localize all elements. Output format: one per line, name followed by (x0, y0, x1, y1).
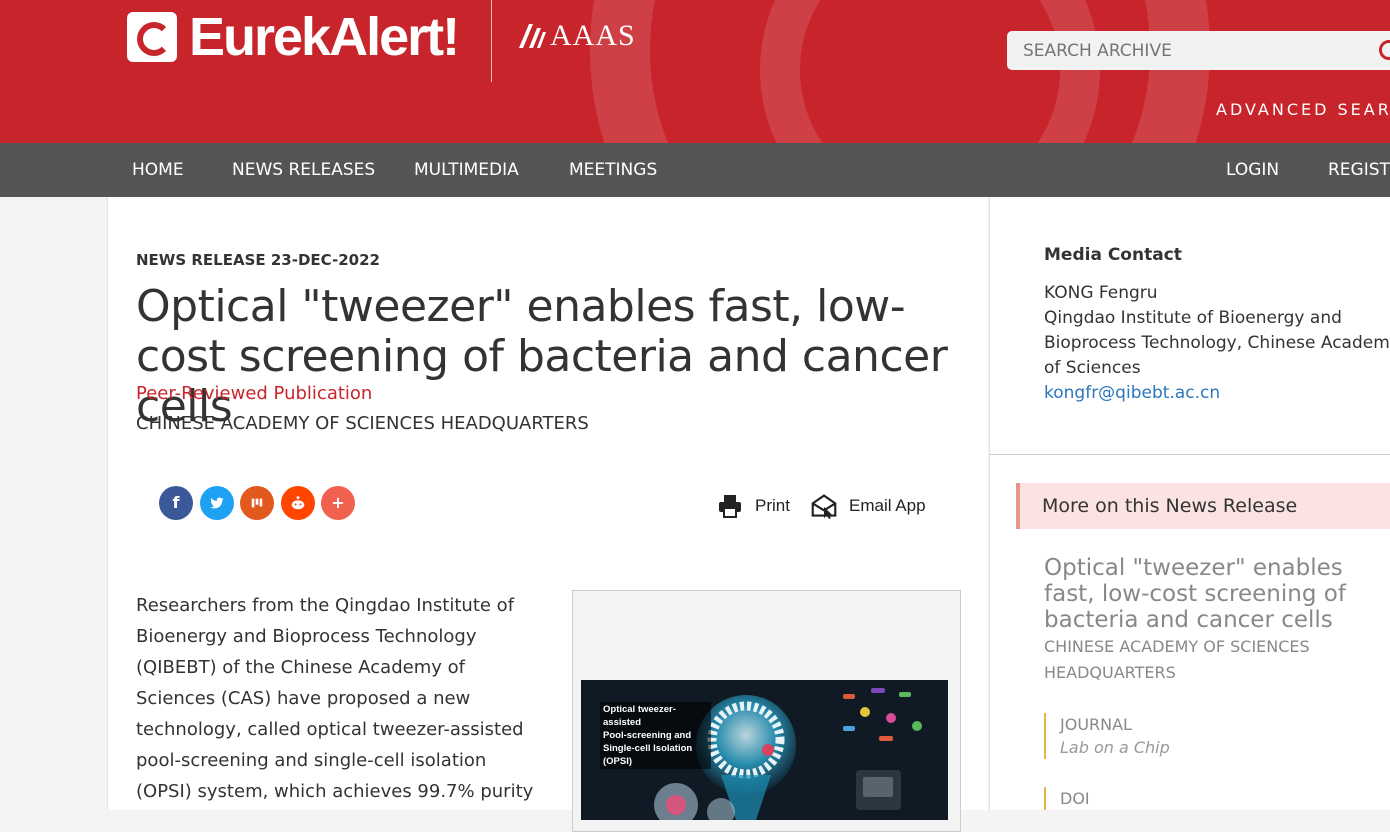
journal-meta: JOURNAL Lab on a Chip (1044, 713, 1170, 759)
nav-news-releases[interactable]: NEWS RELEASES (232, 143, 375, 197)
aaas-logo[interactable]: AAAS (517, 19, 636, 53)
doi-label: DOI (1060, 789, 1090, 808)
caption-line: Optical tweezer-assisted (603, 704, 676, 728)
sidebar-divider (990, 454, 1390, 455)
body-line: Bioenergy and Bioprocess Technology (136, 626, 477, 647)
mix-icon[interactable] (240, 486, 274, 520)
doi-meta: DOI (1044, 787, 1090, 810)
article-body: Researchers from the Qingdao Institute o… (136, 590, 536, 807)
page-title: Optical "tweezer" enables fast, low-cost… (136, 281, 948, 432)
nav-meetings[interactable]: MEETINGS (569, 143, 657, 197)
source-organization[interactable]: CHINESE ACADEMY OF SCIENCES HEADQUARTERS (136, 413, 589, 434)
nav-home[interactable]: HOME (132, 143, 184, 197)
figure-image[interactable]: Optical tweezer-assisted Pool-screening … (581, 680, 948, 820)
contact-org-line: of Sciences (1044, 358, 1141, 378)
print-icon (719, 495, 741, 518)
main-nav: HOME NEWS RELEASES MULTIMEDIA MEETINGS L… (0, 143, 1390, 197)
figure-caption: Optical tweezer-assisted Pool-screening … (600, 702, 711, 769)
related-release-title[interactable]: Optical "tweezer" enables fast, low-cost… (1044, 555, 1384, 633)
header-swirl-decoration (760, 0, 1100, 143)
body-line: (OPSI) system, which achieves 99.7% puri… (136, 781, 534, 802)
nav-multimedia[interactable]: MULTIMEDIA (414, 143, 519, 197)
body-line: Sciences (CAS) have proposed a new (136, 688, 471, 709)
body-line: (QIBEBT) of the Chinese Academy of (136, 657, 465, 678)
search-icon[interactable] (1379, 40, 1390, 60)
caption-line: Single-cell Isolation (603, 743, 693, 754)
more-share-icon[interactable]: + (321, 486, 355, 520)
contact-email-link[interactable]: kongfr@qibebt.ac.cn (1044, 383, 1220, 403)
more-on-release-heading: More on this News Release (1042, 495, 1298, 517)
aaas-text: AAAS (550, 19, 636, 52)
peer-reviewed-label: Peer-Reviewed Publication (136, 383, 373, 404)
body-line: technology, called optical tweezer-assis… (136, 719, 524, 740)
eurekalert-logo[interactable]: EurekAlert! (127, 7, 460, 67)
search-box (1007, 31, 1390, 70)
contact-org-line: Qingdao Institute of Bioenergy and (1044, 308, 1342, 328)
advanced-search-link[interactable]: ADVANCED SEARCH (1216, 100, 1390, 119)
body-line: pool-screening and single-cell isolation (136, 750, 487, 771)
article-column: NEWS RELEASE 23-DEC-2022 Optical "tweeze… (107, 197, 988, 832)
site-header: EurekAlert! AAAS ADVANCED SEARCH (0, 0, 1390, 143)
release-date-kicker: NEWS RELEASE 23-DEC-2022 (136, 251, 380, 269)
journal-value: Lab on a Chip (1060, 738, 1170, 757)
facebook-icon[interactable]: f (159, 486, 193, 520)
caption-line: (OPSI) (603, 756, 633, 767)
body-line: Researchers from the Qingdao Institute o… (136, 595, 515, 616)
article-figure: Optical tweezer-assisted Pool-screening … (572, 590, 961, 832)
print-button[interactable]: Print (717, 493, 790, 519)
journal-label: JOURNAL (1060, 715, 1132, 734)
twitter-icon[interactable] (200, 486, 234, 520)
email-app-button[interactable]: Email App (811, 493, 926, 519)
print-label: Print (755, 496, 790, 515)
contact-name: KONG Fengru (1044, 283, 1158, 303)
eurekalert-logo-icon (127, 12, 177, 62)
reddit-icon[interactable] (281, 486, 315, 520)
email-icon (811, 494, 837, 519)
media-contact-heading: Media Contact (1044, 245, 1182, 265)
header-divider (491, 0, 492, 82)
contact-org-line: Bioprocess Technology, Chinese Academy (1044, 333, 1390, 353)
nav-register[interactable]: REGISTER (1328, 143, 1390, 197)
aaas-logo-icon (519, 24, 546, 48)
related-release-org: CHINESE ACADEMY OF SCIENCES HEADQUARTERS (1044, 637, 1310, 682)
email-label: Email App (849, 496, 926, 515)
logo-text: EurekAlert! (189, 7, 460, 67)
sidebar: Media Contact KONG Fengru Qingdao Instit… (989, 197, 1390, 810)
caption-line: Pool-screening and (603, 730, 692, 741)
more-on-release-banner: More on this News Release (1016, 483, 1390, 529)
search-input[interactable] (1023, 31, 1363, 70)
nav-login[interactable]: LOGIN (1226, 143, 1279, 197)
